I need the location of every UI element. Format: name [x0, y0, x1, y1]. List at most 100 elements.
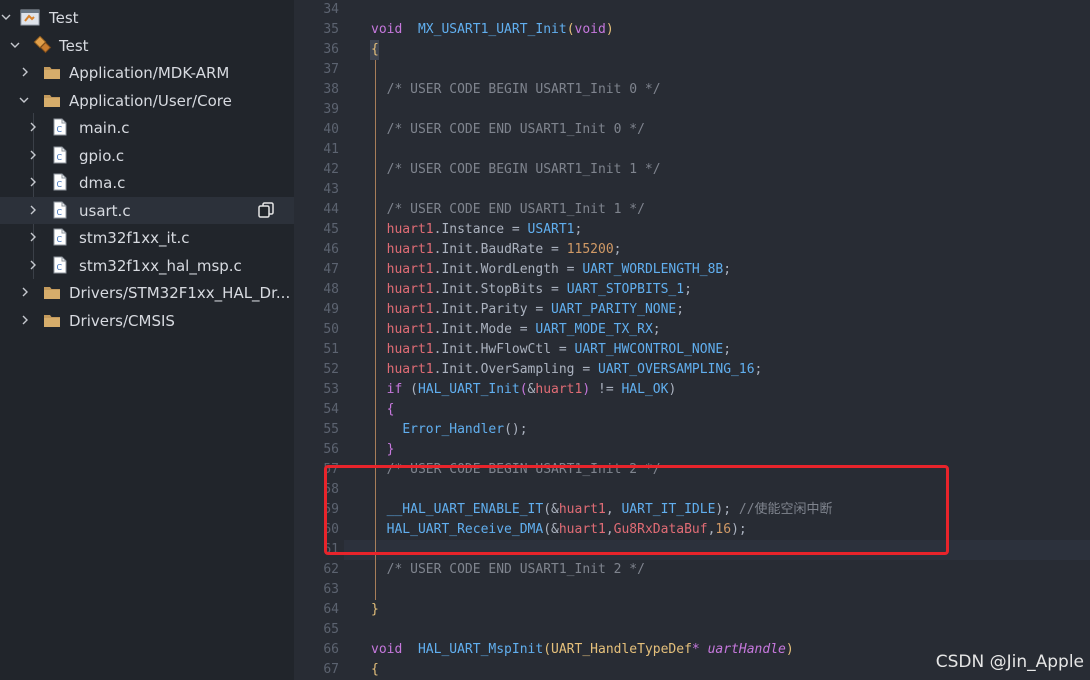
code-line[interactable]: huart1.Init.OverSampling = UART_OVERSAMP…: [371, 360, 763, 380]
tree-item-workspace-test[interactable]: Test: [0, 4, 294, 31]
code-line[interactable]: if (HAL_UART_Init(&huart1) != HAL_OK): [371, 380, 677, 400]
code-token: .Init.OverSampling =: [433, 362, 598, 377]
code-token: ): [582, 382, 591, 397]
line-number: 66: [323, 642, 339, 657]
chevron-right-icon: [18, 65, 32, 79]
folder-icon: [43, 313, 61, 329]
line-number: 40: [323, 122, 339, 137]
code-line[interactable]: }: [371, 600, 379, 620]
tree-item-folder-mdk-arm[interactable]: Application/MDK-ARM: [0, 59, 294, 86]
chevron-down-icon: [0, 10, 13, 24]
code-line[interactable]: /* USER CODE BEGIN USART1_Init 0 */: [371, 80, 661, 100]
code-line[interactable]: {: [371, 400, 395, 420]
code-line[interactable]: huart1.Init.BaudRate = 115200;: [371, 240, 622, 260]
code-token: if: [386, 382, 403, 397]
code-token: ;: [574, 222, 583, 237]
tree-item-label: stm32f1xx_hal_msp.c: [79, 256, 242, 275]
code-token: HAL_UART_MspInit: [417, 642, 544, 657]
code-token: ): [668, 382, 677, 397]
folder-icon: [43, 93, 61, 109]
code-token: /* USER CODE BEGIN USART1_Init 0 */: [386, 82, 661, 97]
code-line[interactable]: huart1.Instance = USART1;: [371, 220, 583, 240]
line-number: 35: [323, 22, 339, 37]
code-token: ();: [504, 422, 528, 437]
tree-item-folder-drivers-cmsis[interactable]: Drivers/CMSIS: [0, 307, 294, 334]
tree-item-label: Application/User/Core: [69, 91, 232, 110]
code-token: /* USER CODE END USART1_Init 1 */: [386, 202, 645, 217]
line-number-gutter: 34 35 36 37 38 39 40 41 42 43 44 45 46 47 48 49 50 51 52 53…: [294, 0, 344, 680]
tree-item-project-test[interactable]: Test: [0, 32, 294, 59]
tree-item-file-usart-c[interactable]: C usart.c: [0, 197, 294, 224]
code-token: }: [371, 602, 379, 617]
code-token: huart1: [386, 222, 434, 237]
code-token: UART_HandleTypeDef: [551, 642, 692, 657]
code-line[interactable]: }: [371, 440, 395, 460]
code-token: uartHandle: [707, 642, 786, 657]
chevron-down-icon: [8, 38, 22, 52]
code-line[interactable]: void MX_USART1_UART_Init(void): [371, 20, 614, 40]
code-token: UART_OVERSAMPLING_16: [598, 362, 755, 377]
code-editor[interactable]: 34 35 36 37 38 39 40 41 42 43 44 45 46 47 48 49 50 51 52 53…: [294, 0, 1090, 680]
line-number: 50: [323, 322, 339, 337]
code-token: .Init.WordLength =: [433, 262, 583, 277]
line-number: 65: [323, 622, 339, 637]
chevron-right-icon: [26, 203, 40, 217]
code-token: ): [785, 642, 794, 657]
code-line[interactable]: /* USER CODE END USART1_Init 1 */: [371, 200, 645, 220]
code-line[interactable]: Error_Handler();: [371, 420, 528, 440]
copy-icon[interactable]: [258, 202, 274, 218]
code-token: /* USER CODE END USART1_Init 2 */: [386, 562, 645, 577]
tree-item-label: gpio.c: [79, 146, 125, 165]
code-line[interactable]: huart1.Init.Parity = UART_PARITY_NONE;: [371, 300, 684, 320]
code-line[interactable]: {: [371, 40, 379, 60]
code-token: ;: [754, 362, 763, 377]
code-token: {: [371, 662, 379, 677]
code-line[interactable]: void HAL_UART_MspInit(UART_HandleTypeDef…: [371, 640, 794, 660]
tree-item-file-stm32f1xx-hal-msp-c[interactable]: C stm32f1xx_hal_msp.c: [0, 252, 294, 279]
workspace-icon: [20, 9, 40, 26]
code-token: huart1: [535, 382, 583, 397]
code-line[interactable]: huart1.Init.HwFlowCtl = UART_HWCONTROL_N…: [371, 340, 731, 360]
tree-item-folder-drivers-hal[interactable]: Drivers/STM32F1xx_HAL_Dr...: [0, 279, 294, 306]
code-token: MX_USART1_UART_Init: [417, 22, 567, 37]
code-line[interactable]: huart1.Init.StopBits = UART_STOPBITS_1;: [371, 280, 692, 300]
code-line[interactable]: huart1.Init.WordLength = UART_WORDLENGTH…: [371, 260, 731, 280]
code-token: ;: [676, 302, 685, 317]
line-number: 49: [323, 302, 339, 317]
code-token: .Init.BaudRate =: [433, 242, 567, 257]
line-number: 62: [323, 562, 339, 577]
code-token: huart1: [386, 342, 434, 357]
code-line[interactable]: /* USER CODE END USART1_Init 2 */: [371, 560, 645, 580]
code-token: UART_MODE_TX_RX: [535, 322, 653, 337]
code-token: UART_STOPBITS_1: [566, 282, 685, 297]
svg-text:C: C: [57, 125, 63, 134]
tree-item-file-gpio-c[interactable]: C gpio.c: [0, 142, 294, 169]
line-number: 55: [323, 422, 339, 437]
code-line[interactable]: /* USER CODE BEGIN USART1_Init 1 */: [371, 160, 661, 180]
code-line[interactable]: huart1.Init.Mode = UART_MODE_TX_RX;: [371, 320, 661, 340]
line-number: 34: [323, 2, 339, 17]
chevron-right-icon: [26, 175, 40, 189]
tree-item-file-main-c[interactable]: C main.c: [0, 114, 294, 141]
line-number: 64: [323, 602, 339, 617]
code-line[interactable]: {: [371, 660, 379, 680]
code-token: HAL_UART_Init: [417, 382, 520, 397]
tree-item-file-dma-c[interactable]: C dma.c: [0, 169, 294, 196]
line-number: 47: [323, 262, 339, 277]
tree-item-folder-user-core[interactable]: Application/User/Core: [0, 87, 294, 114]
code-line[interactable]: /* USER CODE END USART1_Init 0 */: [371, 120, 645, 140]
tree-item-file-stm32f1xx-it-c[interactable]: C stm32f1xx_it.c: [0, 224, 294, 251]
explorer-sidebar: Test Test Application/MDK-ARM Applicatio…: [0, 0, 294, 680]
code-token: huart1: [386, 242, 434, 257]
